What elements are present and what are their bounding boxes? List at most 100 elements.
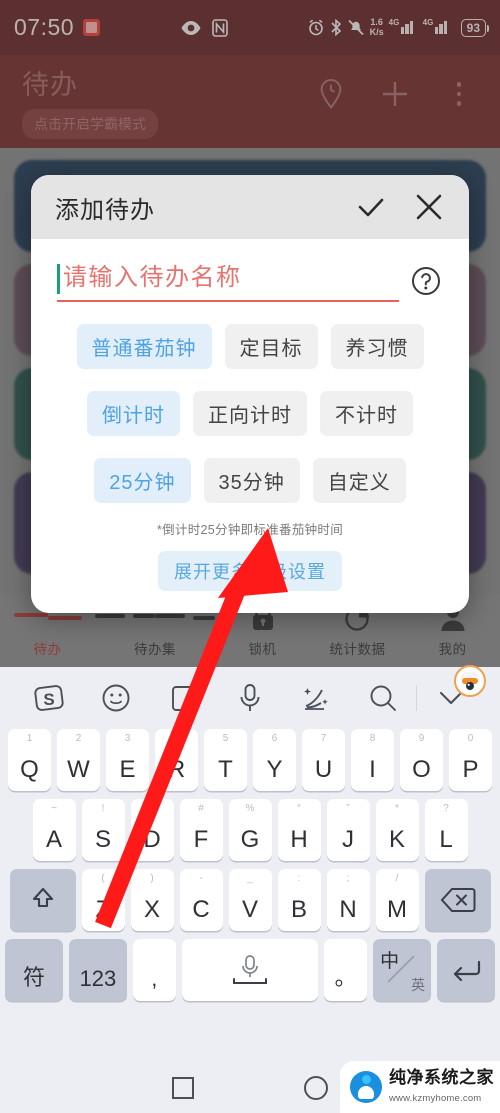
chip-countdown[interactable]: 倒计时: [87, 391, 180, 436]
key-label: D: [143, 826, 161, 853]
dialog-header: 添加待办: [31, 175, 469, 239]
chip-pomodoro[interactable]: 普通番茄钟: [76, 324, 212, 369]
key-sup: 0: [467, 733, 474, 744]
expand-advanced-settings-button[interactable]: 展开更多高级设置: [158, 551, 342, 591]
chip-goal[interactable]: 定目标: [224, 324, 318, 369]
check-icon[interactable]: [353, 189, 389, 225]
chip-35-min[interactable]: 35分钟: [203, 458, 300, 503]
key-p[interactable]: 0P: [449, 729, 492, 791]
key-label: M: [387, 896, 407, 923]
chip-custom[interactable]: 自定义: [312, 458, 406, 503]
key-e[interactable]: 3E: [106, 729, 149, 791]
key-period[interactable]: 。: [324, 939, 368, 1001]
mascot-avatar-icon[interactable]: [454, 665, 486, 697]
key-sup: ~: [51, 803, 57, 814]
add-todo-dialog: 添加待办 请输入待办名称 普通番茄钟 定目标 养习惯 倒计时 正向计时 不计时 …: [31, 175, 469, 613]
square-icon[interactable]: [172, 1076, 194, 1099]
clock-pin-icon[interactable]: [314, 77, 348, 111]
key-k[interactable]: * K: [375, 799, 419, 861]
key-i[interactable]: 8I: [351, 729, 394, 791]
dialog-title: 添加待办: [55, 196, 155, 224]
key-m[interactable]: / M: [375, 869, 419, 931]
sogou-logo-icon[interactable]: S: [16, 675, 83, 721]
key-sup: 2: [75, 733, 82, 744]
battery-indicator: 93: [460, 18, 490, 37]
network-speed: 1.6 K/s: [369, 17, 384, 37]
key-y[interactable]: 6Y: [253, 729, 296, 791]
question-circle-icon[interactable]: [409, 264, 443, 298]
microphone-space-icon: [233, 955, 267, 984]
enter-icon[interactable]: [437, 939, 496, 1001]
key-g[interactable]: % G: [228, 799, 272, 861]
app-header-left: 待办 点击开启学霸模式: [0, 55, 158, 139]
signal-icon-2: 4G: [423, 18, 452, 34]
key-d[interactable]: @ D: [130, 799, 174, 861]
key-o[interactable]: 9O: [400, 729, 443, 791]
brand-logo-icon: [350, 1071, 382, 1103]
chip-row-type: 普通番茄钟 定目标 养习惯: [57, 324, 443, 369]
chip-habit[interactable]: 养习惯: [330, 324, 424, 369]
key-sup: :: [297, 873, 301, 884]
key-sup: 9: [418, 733, 425, 744]
chip-countup[interactable]: 正向计时: [193, 391, 307, 436]
key-b[interactable]: :B: [277, 869, 321, 931]
key-c[interactable]: -C: [179, 869, 223, 931]
circle-icon[interactable]: [304, 1075, 328, 1100]
key-comma[interactable]: ,: [132, 939, 176, 1001]
keyboard-row-1: 1Q 2W 3E 4R 5T 6Y 7U 8I 9O 0P: [5, 729, 495, 791]
backspace-icon[interactable]: [424, 869, 491, 931]
signal-1-label: 4G: [388, 18, 400, 27]
chip-no-timer[interactable]: 不计时: [320, 391, 413, 436]
key-label: F: [193, 826, 209, 853]
search-icon[interactable]: [350, 675, 417, 721]
key-sup: !: [101, 803, 105, 814]
study-mode-badge[interactable]: 点击开启学霸模式: [22, 109, 158, 139]
key-r[interactable]: 4R: [155, 729, 198, 791]
key-v[interactable]: _ V: [228, 869, 272, 931]
key-label: S: [94, 826, 111, 853]
key-label: N: [339, 896, 357, 923]
key-j[interactable]: ” J: [326, 799, 370, 861]
key-symbols[interactable]: 符: [5, 939, 63, 1001]
key-w[interactable]: 2W: [57, 729, 100, 791]
dialog-actions: [353, 189, 447, 225]
key-h[interactable]: “H: [277, 799, 321, 861]
key-space[interactable]: [181, 939, 319, 1001]
handwriting-icon[interactable]: [283, 675, 350, 721]
key-sup: _: [247, 873, 253, 884]
key-l[interactable]: ? L: [424, 799, 468, 861]
key-sup: 8: [369, 733, 376, 744]
mute-icon: [348, 19, 364, 36]
key-s[interactable]: ! S: [81, 799, 125, 861]
key-numeric[interactable]: 123: [68, 939, 127, 1001]
watermark-text: 纯净系统之家 www.kzmyhome.com: [389, 1068, 494, 1107]
key-label: E: [119, 756, 136, 783]
red-square-icon: [83, 19, 101, 36]
key-a[interactable]: ~ A: [32, 799, 76, 861]
add-todo-icon[interactable]: [378, 77, 412, 111]
duration-hint: *倒计时25分钟即标准番茄钟时间: [156, 523, 344, 537]
key-language-toggle[interactable]: 中 英: [373, 939, 432, 1001]
microphone-icon[interactable]: [216, 675, 283, 721]
clipboard-icon[interactable]: [149, 675, 216, 721]
chip-25-min[interactable]: 25分钟: [94, 458, 191, 503]
key-q[interactable]: 1Q: [8, 729, 51, 791]
key-label: Y: [266, 756, 283, 783]
shift-icon[interactable]: [9, 869, 76, 931]
nav-label: 待办集: [134, 642, 176, 657]
todo-name-input[interactable]: 请输入待办名称: [57, 261, 399, 302]
key-f[interactable]: # F: [179, 799, 223, 861]
key-label: Q: [20, 756, 39, 783]
key-sup: 7: [320, 733, 327, 744]
smiley-icon[interactable]: [83, 675, 150, 721]
key-x[interactable]: ) X: [130, 869, 174, 931]
key-z[interactable]: (Z: [81, 869, 125, 931]
page-title: 待办: [22, 70, 78, 100]
more-vertical-icon[interactable]: [442, 77, 476, 111]
key-n[interactable]: ; N: [326, 869, 370, 931]
close-icon[interactable]: [411, 189, 447, 225]
key-sup: 5: [222, 733, 229, 744]
key-sup: ;: [346, 873, 350, 884]
key-u[interactable]: 7U: [302, 729, 345, 791]
key-t[interactable]: 5T: [204, 729, 247, 791]
